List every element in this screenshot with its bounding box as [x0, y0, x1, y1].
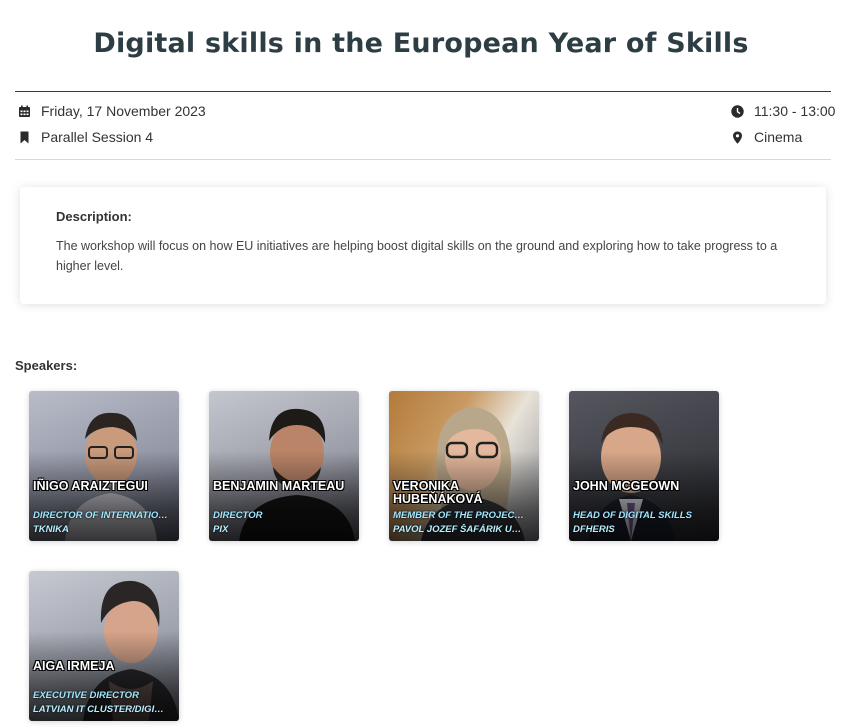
speaker-name: IÑIGO ARAIZTEGUI	[33, 479, 148, 493]
speaker-role: DIRECTOR OF INTERNATIO…	[33, 510, 168, 521]
speaker-card[interactable]: IÑIGO ARAIZTEGUI DIRECTOR OF INTERNATIO……	[29, 391, 179, 541]
speaker-role: EXECUTIVE DIRECTOR	[33, 690, 139, 701]
event-time: 11:30 - 13:00	[754, 103, 836, 119]
speaker-role: DIRECTOR	[213, 510, 263, 521]
date-row: Friday, 17 November 2023	[18, 103, 206, 119]
event-date: Friday, 17 November 2023	[41, 103, 206, 119]
speaker-card[interactable]: JOHN MCGEOWN HEAD OF DIGITAL SKILLS DFHE…	[569, 391, 719, 541]
description-label: Description:	[56, 209, 132, 224]
speaker-role: MEMBER OF THE PROJEC…	[393, 510, 524, 521]
speaker-name: JOHN MCGEOWN	[573, 479, 680, 493]
speaker-card[interactable]: AIGA IRMEJA EXECUTIVE DIRECTOR LATVIAN I…	[29, 571, 179, 721]
speakers-label: Speakers:	[15, 358, 78, 373]
session-row: Parallel Session 4	[18, 129, 153, 145]
event-location: Cinema	[754, 129, 803, 145]
speaker-organization: DFHERIS	[573, 524, 615, 535]
event-session: Parallel Session 4	[41, 129, 154, 145]
speaker-organization: TKNIKA	[33, 524, 69, 535]
speaker-organization: PIX	[213, 524, 229, 535]
description-card: Description: The workshop will focus on …	[20, 187, 826, 304]
clock-icon	[731, 104, 744, 118]
speaker-organization: PAVOL JOZEF ŠAFÁRIK U…	[393, 524, 522, 535]
page-title: Digital skills in the European Year of S…	[93, 28, 749, 59]
bookmark-icon	[20, 131, 29, 143]
time-row: 11:30 - 13:00	[731, 103, 835, 119]
title-divider	[15, 91, 831, 92]
speaker-role: HEAD OF DIGITAL SKILLS	[573, 510, 692, 521]
speaker-name: BENJAMIN MARTEAU	[213, 479, 345, 493]
speaker-card[interactable]: BENJAMIN MARTEAU DIRECTOR PIX	[209, 391, 359, 541]
speaker-card[interactable]: VERONIKA HUBEŇÁKOVÁ MEMBER OF THE PROJEC…	[389, 391, 539, 541]
calendar-icon	[19, 105, 30, 117]
speaker-organization: LATVIAN IT CLUSTER/DIGI…	[33, 704, 164, 715]
location-row: Cinema	[731, 129, 802, 145]
speaker-name: VERONIKA HUBEŇÁKOVÁ	[393, 479, 483, 506]
speaker-name: AIGA IRMEJA	[33, 659, 115, 673]
meta-divider	[15, 159, 831, 160]
description-text: The workshop will focus on how EU initia…	[56, 239, 778, 273]
map-pin-icon	[733, 131, 742, 144]
